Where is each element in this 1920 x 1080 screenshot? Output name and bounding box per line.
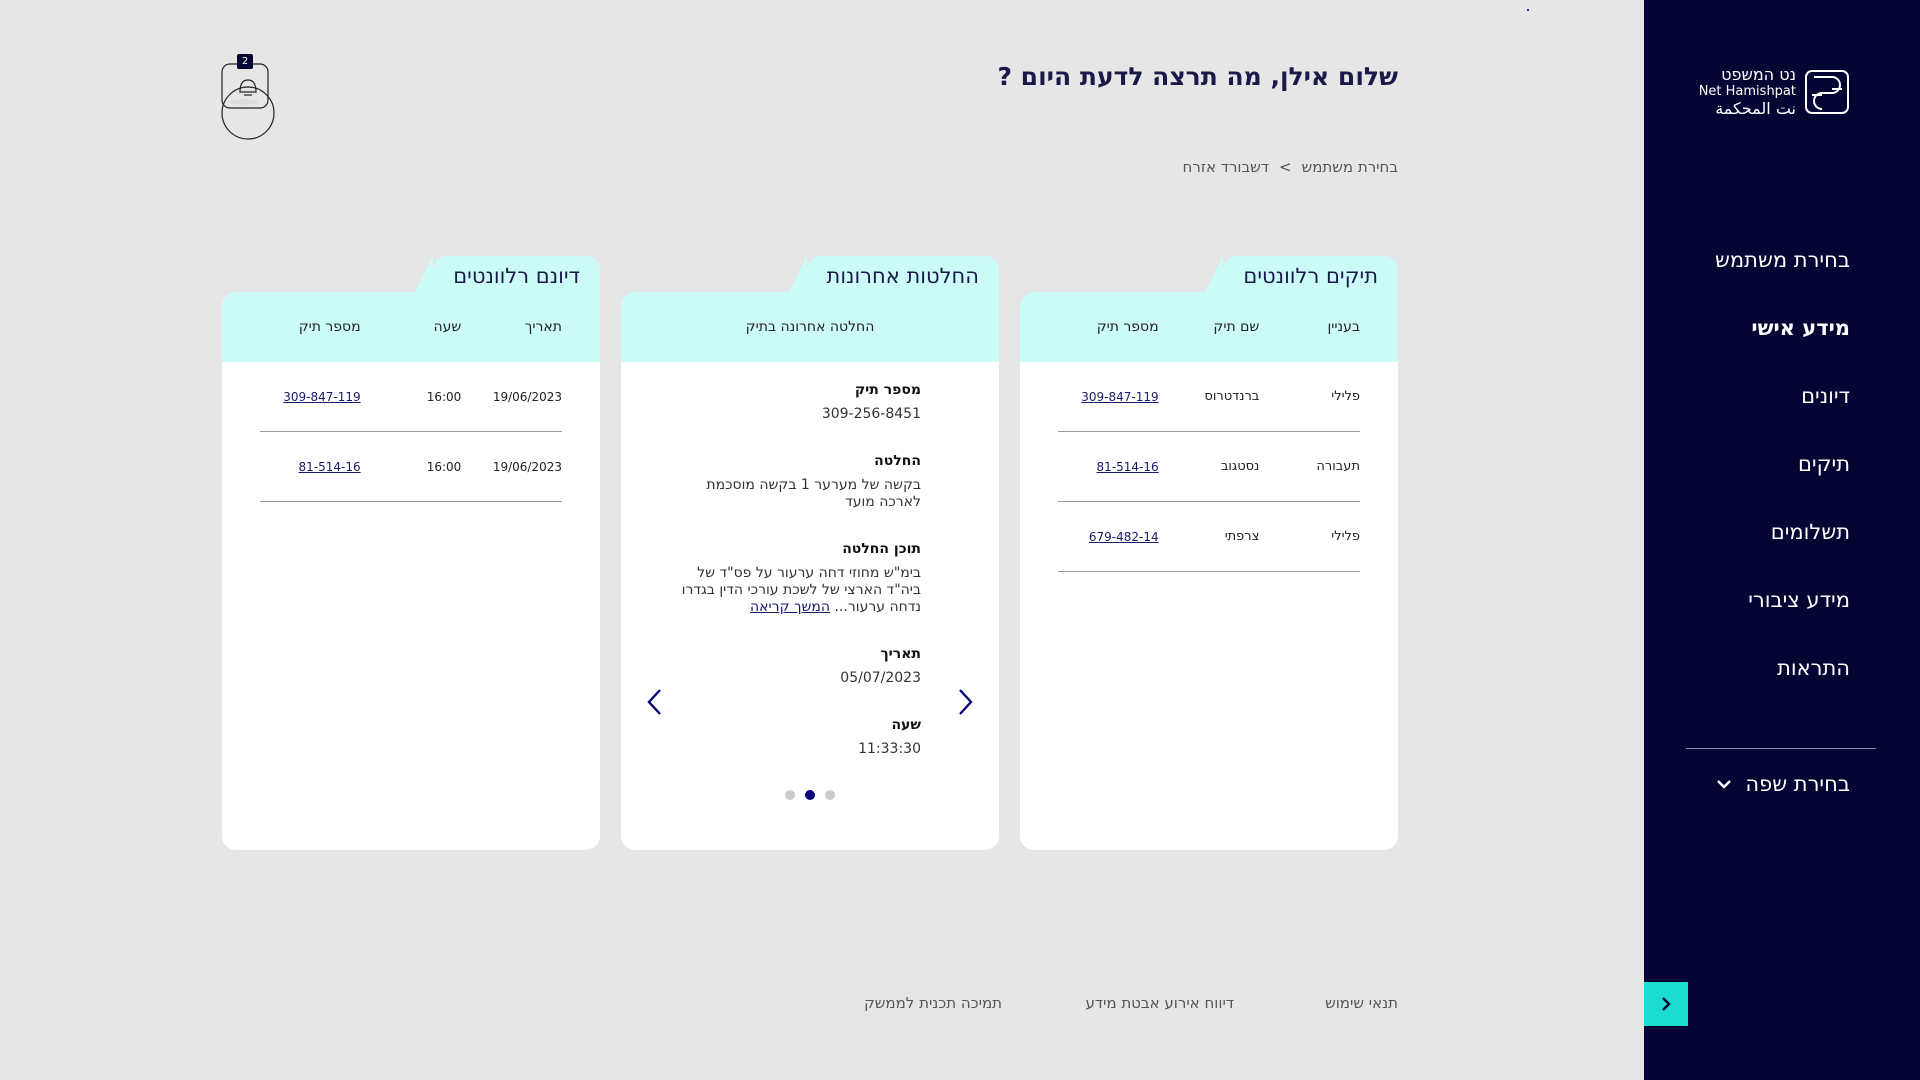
column-header-number: מספר תיק — [298, 319, 361, 335]
sidebar-nav: בחירת משתמש מידע אישי דיונים תיקים תשלומ… — [1715, 240, 1850, 716]
decision-value: בקשה של מערער 1 בקשה מוסכמת לארכה מועד — [706, 477, 921, 510]
carousel-dot-active[interactable] — [805, 790, 815, 800]
sidebar-item-public-info[interactable]: מידע ציבורי — [1715, 580, 1850, 648]
case-number-link[interactable]: 81-514-16 — [1097, 460, 1159, 474]
case-subject: תעבורה — [1316, 459, 1360, 474]
table-row[interactable]: 19/06/2023 16:00 309-847-119 — [260, 362, 562, 432]
language-label: בחירת שפה — [1745, 772, 1850, 796]
decision-content: בימ"ש מחוזי דחה ערעור על פס"ד של ביה"ד ה… — [681, 565, 921, 616]
breadcrumb-item-select-user[interactable]: בחירת משתמש — [1302, 158, 1398, 176]
decision-date: 05/07/2023 — [840, 670, 921, 686]
footer-report-link[interactable]: דיווח אירוע אבטת מידע — [1085, 994, 1234, 1012]
table-row[interactable]: פלילי צרפתי 679-482-14 — [1058, 502, 1360, 572]
hearing-time: 16:00 — [426, 389, 462, 404]
breadcrumb-item-dashboard: דשבורד אזרח — [1182, 158, 1269, 176]
decision-label: החלטה — [874, 453, 921, 469]
column-header-name: שם תיק — [1213, 319, 1260, 335]
carousel-dot[interactable] — [825, 790, 835, 800]
logo-mark-icon — [1805, 69, 1849, 114]
carousel-dots — [621, 790, 999, 800]
case-number-link[interactable]: 679-482-14 — [1089, 530, 1159, 544]
hearing-date: 19/06/2023 — [492, 389, 562, 404]
column-header-time: שעה — [433, 319, 462, 335]
relevant-hearings-card: 19/06/2023 16:00 309-847-119 19/06/2023 … — [222, 256, 600, 850]
chevron-right-icon — [959, 689, 973, 715]
table-row[interactable]: 19/06/2023 16:00 81-514-16 — [260, 432, 562, 502]
sidebar-item-payments[interactable]: תשלומים — [1715, 512, 1850, 580]
footer-terms-link[interactable]: תנאי שימוש — [1325, 994, 1398, 1012]
logo-line-2: Net Hamishpat — [1698, 84, 1796, 99]
case-number-link[interactable]: 309-847-119 — [1081, 390, 1158, 404]
page-title: שלום אילן, מה תרצה לדעת היום ? — [997, 62, 1398, 91]
column-header-subject: בעניין — [1327, 319, 1360, 335]
case-name: צרפתי — [1224, 529, 1260, 544]
case-name: נסטגוב — [1220, 459, 1260, 474]
chevron-right-icon — [1662, 997, 1671, 1011]
logo-line-3: نت المحكمة — [1715, 99, 1796, 118]
breadcrumb-separator: > — [1279, 158, 1292, 176]
sidebar-item-cases[interactable]: תיקים — [1715, 444, 1850, 512]
column-header-date: תאריך — [524, 319, 562, 335]
sidebar-collapse-button[interactable] — [1644, 982, 1688, 1026]
decisions-card-title: החלטות אחרונות — [786, 256, 999, 296]
sidebar: נט המשפט Net Hamishpat نت المحكمة בחירת … — [1644, 0, 1920, 1080]
hearings-table-header: תאריך שעה מספר תיק — [222, 292, 600, 362]
decision-time: 11:33:30 — [858, 741, 921, 757]
chevron-down-icon — [1717, 780, 1732, 789]
sidebar-item-alerts[interactable]: התראות — [1715, 648, 1850, 716]
notification-count-badge: 2 — [237, 54, 253, 69]
hearing-time: 16:00 — [426, 459, 462, 474]
language-selector[interactable]: בחירת שפה — [1715, 772, 1850, 796]
decision-content-label: תוכן החלטה — [842, 541, 921, 557]
notifications-button[interactable]: 2 — [220, 54, 276, 144]
case-name: ברנדטרוס — [1204, 389, 1260, 404]
column-header-number: מספר תיק — [1096, 319, 1159, 335]
read-more-link[interactable]: המשך קריאה — [750, 599, 830, 615]
case-subject: פלילי — [1331, 389, 1360, 404]
breadcrumb: בחירת משתמש > דשבורד אזרח — [1183, 158, 1398, 176]
decision-case-number-link[interactable]: 309-256-8451 — [822, 406, 921, 422]
hearing-case-number-link[interactable]: 309-847-119 — [283, 390, 360, 404]
sidebar-item-personal-info[interactable]: מידע אישי — [1715, 308, 1850, 376]
chevron-left-icon — [647, 689, 661, 715]
hearing-case-number-link[interactable]: 81-514-16 — [299, 460, 361, 474]
decision-time-label: שעה — [891, 717, 921, 733]
cases-card-title: תיקים רלוונטים — [1203, 256, 1398, 296]
decisions-header: החלטה אחרונה בתיק — [621, 292, 999, 362]
table-row[interactable]: פלילי ברנדטרוס 309-847-119 — [1058, 362, 1360, 432]
cases-table-header: בעניין שם תיק מספר תיק — [1020, 292, 1398, 362]
sidebar-divider — [1686, 748, 1876, 749]
recent-decisions-card: מספר תיק 309-256-8451 החלטה בקשה של מערע… — [621, 256, 999, 850]
case-subject: פלילי — [1331, 529, 1360, 544]
logo[interactable]: נט המשפט Net Hamishpat نت المحكمة — [1699, 66, 1850, 117]
relevant-cases-card: פלילי ברנדטרוס 309-847-119 תעבורה נסטגוב… — [1020, 256, 1398, 850]
decision-case-label: מספר תיק — [854, 382, 921, 398]
hearings-card-title: דיונם רלוונטים — [413, 256, 600, 296]
sidebar-item-select-user[interactable]: בחירת משתמש — [1715, 240, 1850, 308]
logo-line-1: נט המשפט — [1721, 65, 1796, 84]
decision-details: מספר תיק 309-256-8451 החלטה בקשה של מערע… — [681, 382, 921, 758]
decorative-dot — [1527, 9, 1529, 11]
decisions-header-label: החלטה אחרונה בתיק — [745, 319, 875, 335]
carousel-prev-button[interactable] — [643, 686, 667, 718]
decision-date-label: תאריך — [880, 646, 921, 662]
hearing-date: 19/06/2023 — [492, 459, 562, 474]
carousel-dot[interactable] — [785, 790, 795, 800]
carousel-next-button[interactable] — [953, 686, 977, 718]
sidebar-item-hearings[interactable]: דיונים — [1715, 376, 1850, 444]
footer-support-link[interactable]: תמיכה תכנית לממשק — [864, 994, 1002, 1012]
table-row[interactable]: תעבורה נסטגוב 81-514-16 — [1058, 432, 1360, 502]
